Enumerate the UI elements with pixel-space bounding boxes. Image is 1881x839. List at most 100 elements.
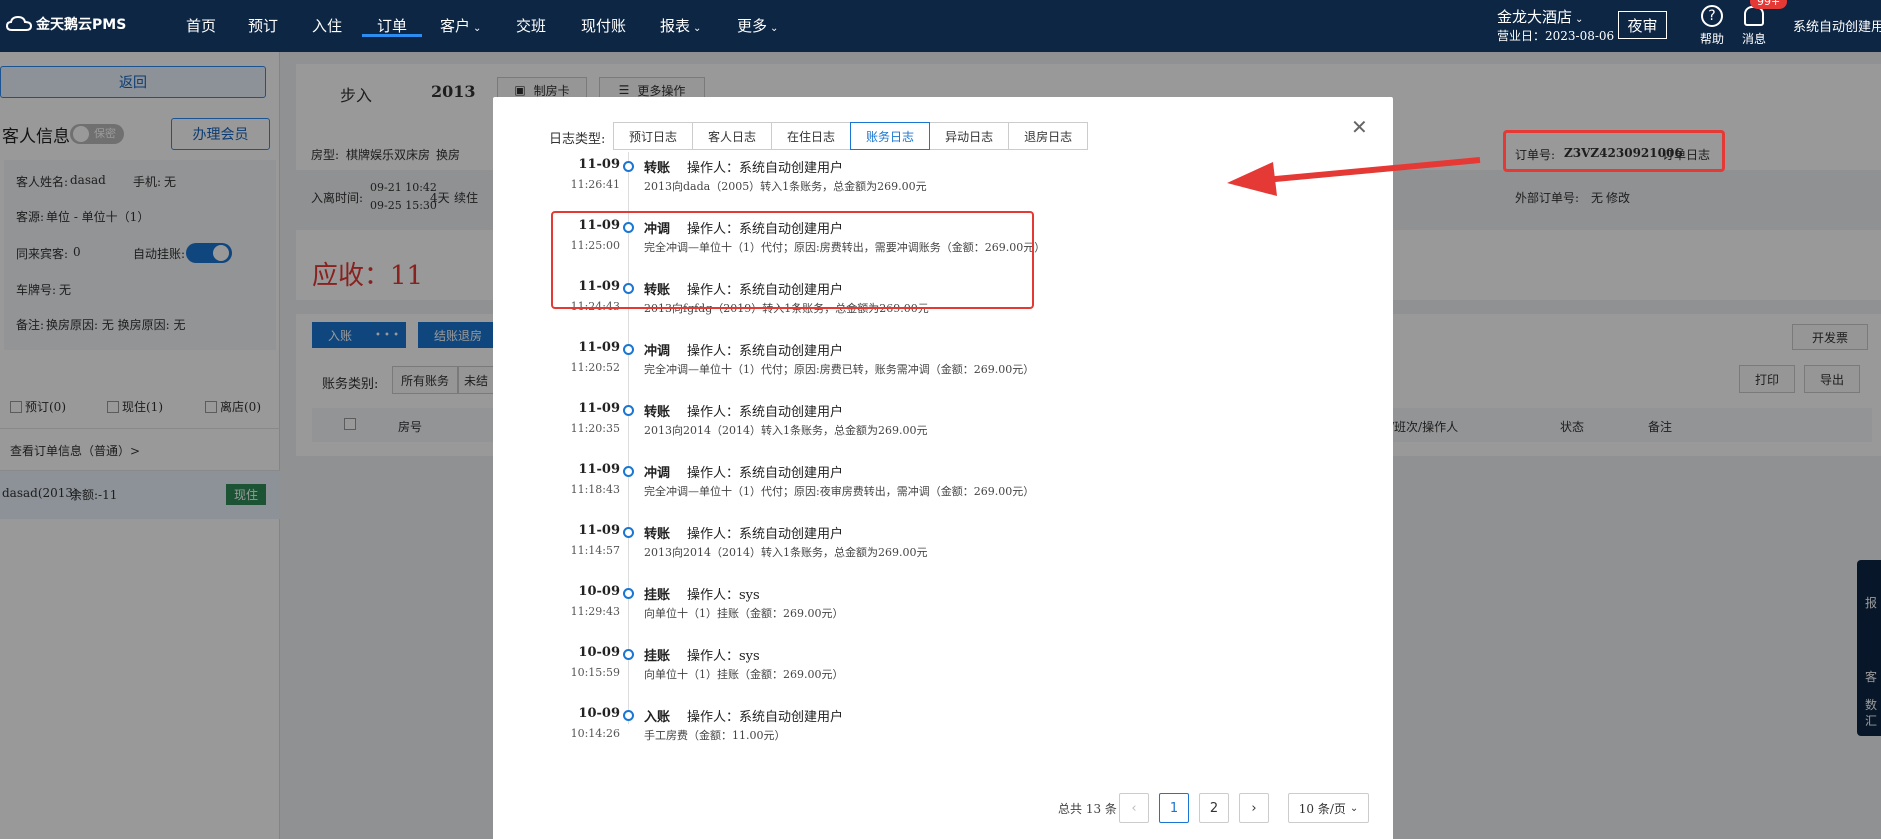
- entry-date: 11-09: [578, 157, 620, 172]
- help-icon[interactable]: ?: [1701, 5, 1723, 27]
- log-dialog: 日志类型: 预订日志 客人日志 在住日志 账务日志 异动日志 退房日志 ✕ 11…: [493, 97, 1393, 839]
- top-navigation-bar: 金天鹅云PMS 首页 预订 入住 订单 客户 ⌄ 交班 现付账 报表 ⌄ 更多 ⌄ 金…: [0, 0, 1881, 52]
- message-badge: 99+: [1750, 0, 1788, 9]
- entry-type: 入账: [644, 710, 671, 725]
- entry-operator: 操作人：sys: [687, 588, 760, 603]
- entry-date: 10-09: [578, 645, 620, 660]
- entry-type: 挂账: [644, 649, 671, 664]
- timeline-dot-icon: [623, 344, 634, 355]
- entry-time: 11:20:35: [570, 422, 620, 435]
- entry-date: 11-09: [578, 462, 620, 477]
- chevron-down-icon: ⌄: [473, 23, 482, 34]
- prev-page-icon[interactable]: ‹: [1119, 793, 1149, 823]
- log-entry: 11-09 11:14:57 转账 操作人：系统自动创建用户 2013向2014…: [493, 523, 1113, 573]
- entry-operator: 操作人：系统自动创建用户: [687, 405, 844, 420]
- nav-shift[interactable]: 交班: [516, 15, 546, 36]
- log-type-label: 日志类型:: [549, 132, 606, 147]
- messages-label[interactable]: 消息: [1742, 30, 1766, 47]
- entry-operator: 操作人：系统自动创建用户: [687, 161, 844, 176]
- entry-type: 转账: [644, 405, 671, 420]
- tab-booking-log[interactable]: 预订日志: [613, 122, 694, 150]
- entry-date: 10-09: [578, 584, 620, 599]
- log-type-tabs: 预订日志 客人日志 在住日志 账务日志 异动日志 退房日志: [613, 122, 1089, 150]
- night-audit-button[interactable]: 夜审: [1618, 11, 1667, 39]
- entry-description: 完全冲调—单位十（1）代付；原因:房费已转，账务需冲调（金额：269.00元）: [644, 363, 1035, 376]
- timeline-dot-icon: [623, 649, 634, 660]
- entry-time: 11:20:52: [570, 361, 620, 374]
- app-logo[interactable]: 金天鹅云PMS: [6, 14, 126, 34]
- nav-more[interactable]: 更多 ⌄: [737, 15, 778, 36]
- timeline-dot-icon: [623, 466, 634, 477]
- log-entry: 10-09 10:15:59 挂账 操作人：sys 向单位十（1）挂账（金额：2…: [493, 645, 1113, 695]
- nav-cash-account[interactable]: 现付账: [581, 15, 626, 36]
- entry-type: 冲调: [644, 466, 671, 481]
- app-logo-text: 金天鹅云PMS: [36, 17, 127, 33]
- nav-customers[interactable]: 客户 ⌄: [440, 15, 481, 36]
- nav-reports-label: 报表: [660, 17, 691, 35]
- entry-time: 10:14:26: [570, 727, 620, 740]
- entry-description: 手工房费（金额：11.00元）: [644, 729, 786, 742]
- entry-date: 10-09: [578, 706, 620, 721]
- log-entry: 10-09 11:29:43 挂账 操作人：sys 向单位十（1）挂账（金额：2…: [493, 584, 1113, 634]
- entry-time: 11:26:41: [570, 178, 620, 191]
- tab-in-house-log[interactable]: 在住日志: [771, 122, 852, 150]
- tab-account-log[interactable]: 账务日志: [850, 122, 931, 150]
- annotation-highlight-order: [1503, 130, 1725, 172]
- timeline-dot-icon: [623, 405, 634, 416]
- page-2[interactable]: 2: [1199, 793, 1229, 823]
- entry-time: 11:29:43: [570, 605, 620, 618]
- page-1[interactable]: 1: [1159, 793, 1189, 823]
- entry-description: 2013向2014（2014）转入1条账务，总金额为269.00元: [644, 424, 928, 437]
- entry-description: 向单位十（1）挂账（金额：269.00元）: [644, 668, 844, 681]
- close-icon[interactable]: ✕: [1351, 115, 1368, 139]
- chevron-down-icon: ⌄: [693, 23, 702, 34]
- entry-description: 2013向dada（2005）转入1条账务，总金额为269.00元: [644, 180, 927, 193]
- entry-operator: 操作人：系统自动创建用户: [687, 527, 844, 542]
- business-day: 营业日：2023-08-06: [1497, 29, 1615, 43]
- log-entry: 10-09 10:14:26 入账 操作人：系统自动创建用户 手工房费（金额：1…: [493, 706, 1113, 756]
- nav-orders-label: 订单: [376, 17, 407, 35]
- entry-type: 挂账: [644, 588, 671, 603]
- next-page-icon[interactable]: ›: [1239, 793, 1269, 823]
- entry-date: 11-09: [578, 401, 620, 416]
- tab-guest-log[interactable]: 客人日志: [692, 122, 773, 150]
- nav-reports[interactable]: 报表 ⌄: [660, 15, 701, 36]
- entry-description: 2013向2014（2014）转入1条账务，总金额为269.00元: [644, 546, 928, 559]
- hotel-selector[interactable]: 金龙大酒店 ⌄: [1497, 6, 1583, 27]
- page-size-value: 10 条/页: [1298, 801, 1346, 816]
- tab-checkout-log[interactable]: 退房日志: [1008, 122, 1089, 150]
- log-entry: 11-09 11:20:52 冲调 操作人：系统自动创建用户 完全冲调—单位十（…: [493, 340, 1113, 390]
- nav-orders[interactable]: 订单: [362, 0, 422, 37]
- nav-checkin[interactable]: 入住: [312, 15, 342, 36]
- nav-customers-label: 客户: [440, 17, 471, 35]
- annotation-arrow: [1227, 157, 1481, 196]
- chevron-down-icon: ⌄: [770, 23, 779, 34]
- hotel-name: 金龙大酒店: [1497, 8, 1573, 26]
- timeline-dot-icon: [623, 710, 634, 721]
- entry-operator: 操作人：系统自动创建用户: [687, 344, 844, 359]
- entry-operator: 操作人：系统自动创建用户: [687, 710, 844, 725]
- log-entry: 11-09 11:20:35 转账 操作人：系统自动创建用户 2013向2014…: [493, 401, 1113, 451]
- timeline-dot-icon: [623, 588, 634, 599]
- nav-more-label: 更多: [737, 17, 768, 35]
- cloud-icon: [6, 16, 32, 31]
- nav-booking[interactable]: 预订: [248, 15, 278, 36]
- nav-home[interactable]: 首页: [186, 15, 216, 36]
- entry-operator: 操作人：系统自动创建用户: [687, 466, 844, 481]
- entry-operator: 操作人：sys: [687, 649, 760, 664]
- log-entry: 11-09 11:18:43 冲调 操作人：系统自动创建用户 完全冲调—单位十（…: [493, 462, 1113, 512]
- help-label[interactable]: 帮助: [1700, 30, 1724, 47]
- page-size-select[interactable]: 10 条/页 ⌄: [1288, 793, 1369, 823]
- entry-date: 11-09: [578, 340, 620, 355]
- tab-change-log[interactable]: 异动日志: [929, 122, 1010, 150]
- bell-icon[interactable]: [1744, 6, 1764, 26]
- annotation-highlight-entries: [551, 211, 1034, 309]
- entry-type: 转账: [644, 161, 671, 176]
- entry-type: 转账: [644, 527, 671, 542]
- entry-time: 11:18:43: [570, 483, 620, 496]
- entry-date: 11-09: [578, 523, 620, 538]
- entry-description: 向单位十（1）挂账（金额：269.00元）: [644, 607, 844, 620]
- user-name[interactable]: 系统自动创建用户: [1793, 16, 1881, 35]
- total-count: 总共 13 条: [1058, 802, 1117, 816]
- entry-type: 冲调: [644, 344, 671, 359]
